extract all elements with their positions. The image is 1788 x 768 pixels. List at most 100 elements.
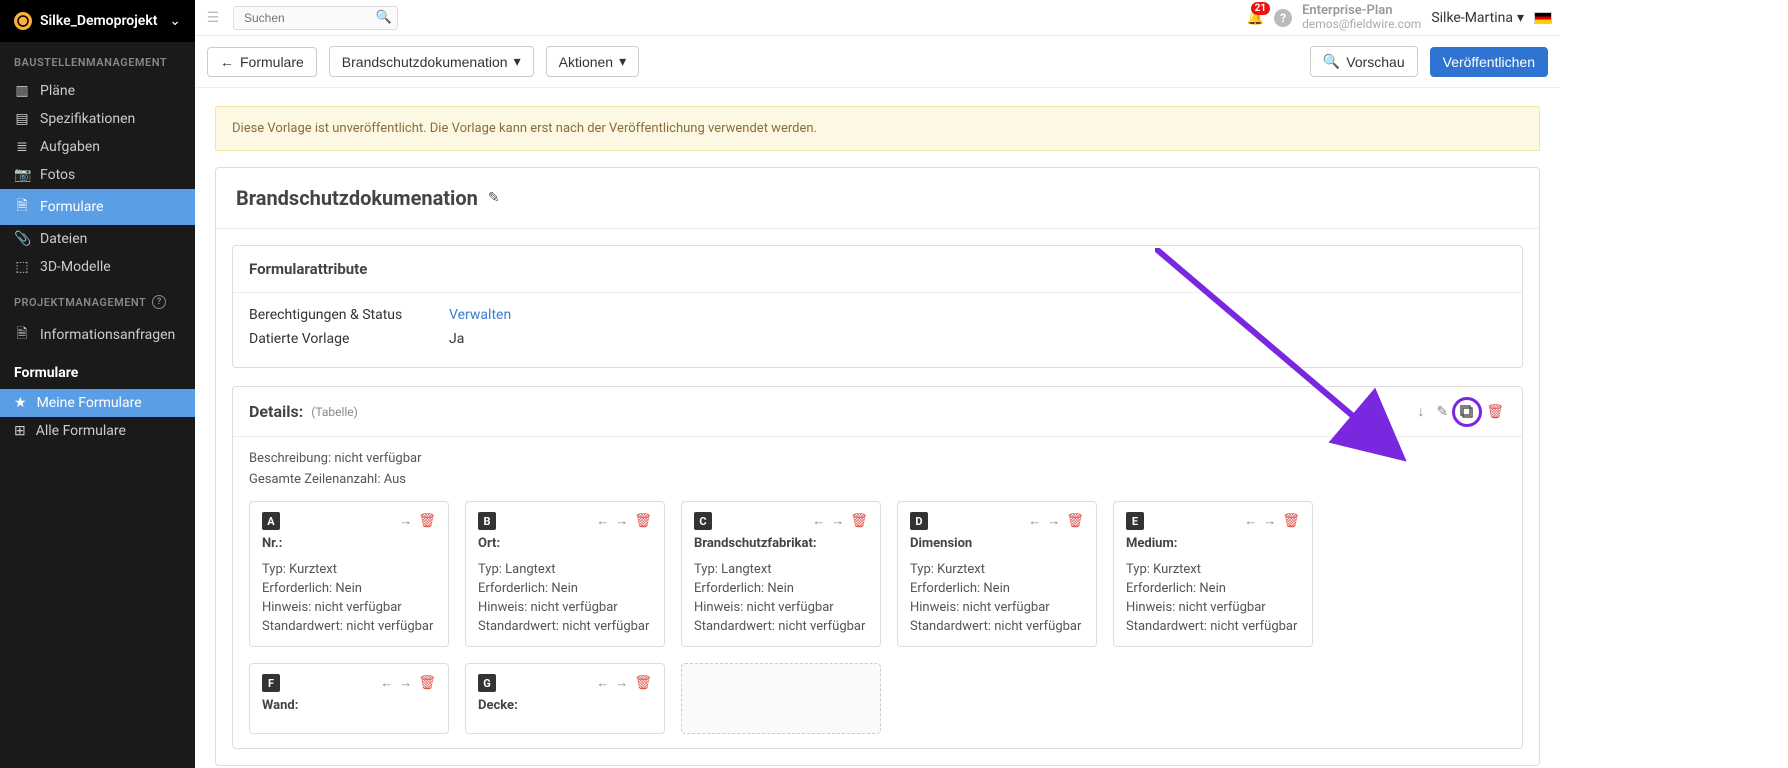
search-input[interactable] [233, 6, 398, 30]
sidebar-item-label: Fotos [40, 167, 75, 183]
move-right-icon[interactable]: → [615, 675, 628, 691]
section-title: Details: [249, 402, 303, 421]
search-icon: 🔍 [1323, 53, 1340, 70]
section-header-construction: BAUSTELLENMANAGEMENT [0, 42, 195, 77]
column-card-D: D ← → 🗑 Dimension Typ: KurztextErforderl… [897, 501, 1097, 647]
sidebar-item-label: Alle Formulare [36, 423, 126, 439]
chevron-down-icon: ⌄ [169, 13, 181, 29]
preview-button[interactable]: 🔍 Vorschau [1310, 46, 1418, 77]
delete-column-icon[interactable]: 🗑 [850, 513, 868, 529]
move-left-icon[interactable]: ← [380, 675, 393, 691]
section-header-project: PROJEKTMANAGEMENT ? [0, 281, 195, 317]
sidebar-item-aufgaben[interactable]: ≣ Aufgaben [0, 133, 195, 161]
delete-column-icon[interactable]: 🗑 [634, 675, 652, 691]
column-name: Medium: [1126, 536, 1300, 551]
nav-icon: ≣ [14, 139, 30, 155]
sidebar-item-dateien[interactable]: 📎 Dateien [0, 225, 195, 253]
locale-flag-de[interactable] [1534, 12, 1552, 24]
attr-value[interactable]: Verwalten [449, 307, 511, 323]
column-card-A: A → 🗑 Nr.: Typ: KurztextErforderlich: Ne… [249, 501, 449, 647]
template-dropdown[interactable]: Brandschutzdokumenation ▾ [329, 46, 534, 77]
column-letter-badge: F [262, 674, 280, 692]
attr-value: Ja [449, 331, 464, 347]
caret-down-icon: ▾ [619, 53, 626, 70]
attributes-title: Formularattribute [233, 246, 1522, 293]
delete-section-icon[interactable]: 🗑 [1484, 402, 1506, 422]
move-right-icon[interactable]: → [1047, 513, 1060, 529]
search-icon[interactable]: 🔍 [376, 10, 392, 25]
move-right-icon[interactable]: → [615, 513, 628, 529]
move-left-icon[interactable]: ← [596, 675, 609, 691]
nav-icon: 📎 [14, 231, 30, 247]
column-card-B: B ← → 🗑 Ort: Typ: LangtextErforderlich: … [465, 501, 665, 647]
main-area: ☰ 🔍 🔔21 ? Enterprise-Plan demos@fieldwir… [195, 0, 1560, 768]
nav-icon: 📷 [14, 167, 30, 183]
nav-icon: ▤ [14, 111, 30, 127]
move-right-icon[interactable]: → [399, 513, 412, 529]
publish-button[interactable]: Veröffentlichen [1430, 47, 1548, 77]
column-name: Ort: [478, 536, 652, 551]
help-button[interactable]: ? [1274, 9, 1292, 27]
delete-column-icon[interactable]: 🗑 [1282, 513, 1300, 529]
notification-bell[interactable]: 🔔21 [1247, 10, 1264, 26]
copy-section-icon[interactable] [1458, 403, 1476, 421]
move-right-icon[interactable]: → [831, 513, 844, 529]
move-down-icon[interactable]: ↓ [1415, 401, 1426, 422]
sidebar-item-label: Aufgaben [40, 139, 100, 155]
column-name: Dimension [910, 536, 1084, 551]
sidebar-item-informationsanfragen[interactable]: 🗎Informationsanfragen [0, 317, 195, 353]
column-letter-badge: D [910, 512, 928, 530]
actions-dropdown[interactable]: Aktionen ▾ [546, 46, 640, 77]
user-menu[interactable]: Silke-Martina ▾ [1431, 10, 1524, 26]
section-subtype: (Tabelle) [311, 405, 358, 419]
delete-column-icon[interactable]: 🗑 [418, 513, 436, 529]
plan-info[interactable]: Enterprise-Plan demos@fieldwire.com [1302, 4, 1421, 31]
sidebar-item-label: 3D-Modelle [40, 259, 111, 275]
project-switcher[interactable]: Silke_Demoprojekt ⌄ [0, 0, 195, 42]
nav-icon: 🗎 [14, 323, 30, 347]
add-column-placeholder[interactable] [681, 663, 881, 734]
help-icon[interactable]: ? [152, 295, 166, 309]
edit-icon[interactable]: ✎ [488, 190, 500, 206]
nav-icon: 🗎 [14, 195, 30, 219]
move-right-icon[interactable]: → [1263, 513, 1276, 529]
sidebar-item-formulare[interactable]: 🗎Formulare [0, 189, 195, 225]
attr-key: Datierte Vorlage [249, 331, 449, 347]
column-meta: Typ: KurztextErforderlich: NeinHinweis: … [910, 561, 1084, 636]
column-card-C: C ← → 🗑 Brandschutzfabrikat: Typ: Langte… [681, 501, 881, 647]
sidebar-item-spezifikationen[interactable]: ▤Spezifikationen [0, 105, 195, 133]
back-button[interactable]: ← Formulare [207, 47, 317, 77]
move-left-icon[interactable]: ← [1028, 513, 1041, 529]
column-name: Nr.: [262, 536, 436, 551]
move-left-icon[interactable]: ← [812, 513, 825, 529]
column-card-G: G ← → 🗑 Decke: [465, 663, 665, 734]
column-card-E: E ← → 🗑 Medium: Typ: KurztextErforderlic… [1113, 501, 1313, 647]
nav-icon: ⬚ [14, 259, 30, 275]
nav-icon: ▥ [14, 83, 30, 99]
move-right-icon[interactable]: → [399, 675, 412, 691]
delete-column-icon[interactable]: 🗑 [634, 513, 652, 529]
attr-row: Berechtigungen & StatusVerwalten [249, 303, 1506, 327]
forms-subitem-meine-formulare[interactable]: ★Meine Formulare [0, 389, 195, 417]
forms-section-header: Formulare [0, 353, 195, 389]
sidebar-item-pläne[interactable]: ▥Pläne [0, 77, 195, 105]
hamburger-icon[interactable]: ☰ [203, 10, 223, 26]
delete-column-icon[interactable]: 🗑 [418, 675, 436, 691]
form-title-row: Brandschutzdokumenation ✎ [216, 168, 1539, 229]
content-scroll[interactable]: Diese Vorlage ist unveröffentlicht. Die … [195, 88, 1560, 768]
edit-section-icon[interactable]: ✎ [1434, 402, 1450, 422]
sidebar-item-label: Dateien [40, 231, 87, 247]
arrow-left-icon: ← [220, 54, 234, 70]
nav-icon: ★ [14, 395, 27, 411]
caret-down-icon: ▾ [514, 53, 521, 70]
move-left-icon[interactable]: ← [596, 513, 609, 529]
column-meta: Typ: KurztextErforderlich: NeinHinweis: … [1126, 561, 1300, 636]
forms-subitem-alle-formulare[interactable]: ⊞Alle Formulare [0, 417, 195, 445]
move-left-icon[interactable]: ← [1244, 513, 1257, 529]
delete-column-icon[interactable]: 🗑 [1066, 513, 1084, 529]
column-letter-badge: C [694, 512, 712, 530]
sidebar-item-fotos[interactable]: 📷 Fotos [0, 161, 195, 189]
column-meta: Typ: LangtextErforderlich: NeinHinweis: … [694, 561, 868, 636]
sidebar-item-3d-modelle[interactable]: ⬚ 3D-Modelle [0, 253, 195, 281]
column-card-F: F ← → 🗑 Wand: [249, 663, 449, 734]
